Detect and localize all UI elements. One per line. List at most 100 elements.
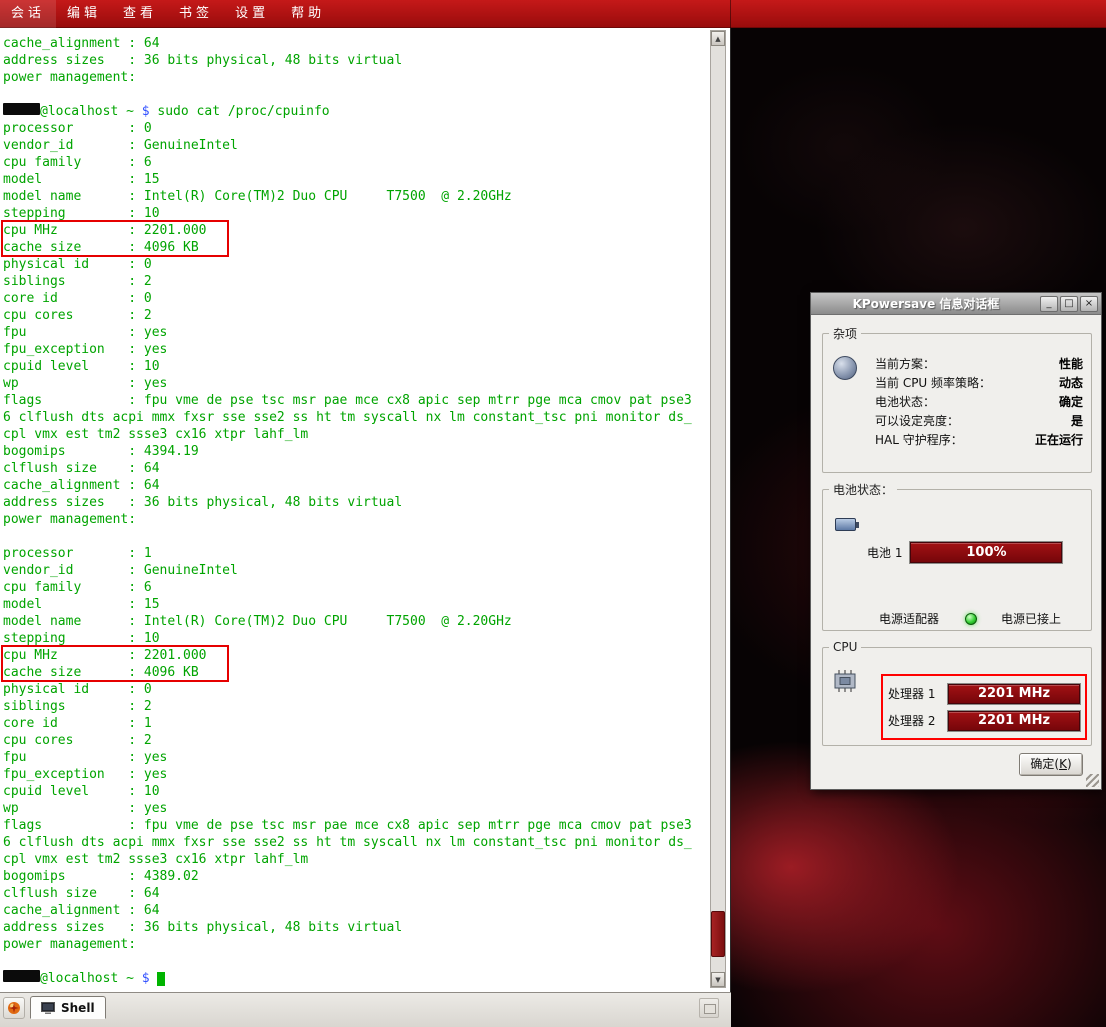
status-label: 可以设定亮度：	[875, 412, 959, 429]
battery-group-title: 电池状态：	[829, 481, 897, 498]
status-value: 性能	[1059, 355, 1083, 372]
resize-grip[interactable]	[1086, 774, 1099, 787]
menu-bookmarks[interactable]: 书签	[168, 0, 224, 28]
terminal-line: cpu cores : 2	[3, 732, 692, 749]
status-value: 动态	[1059, 374, 1083, 391]
cpu-groupbox: CPU 处理器 12201 MHz处理器 22201 MHz	[822, 640, 1092, 746]
cpu-label: 处理器 2	[888, 712, 940, 729]
tab-shell-label: Shell	[61, 1001, 95, 1015]
terminal-line: vendor_id : GenuineIntel	[3, 562, 692, 579]
terminal-line: 6 clflush dts acpi mmx fxsr sse sse2 ss …	[3, 834, 692, 851]
terminal-line: power management:	[3, 936, 692, 953]
status-row: 可以设定亮度： 是	[875, 411, 1083, 430]
terminal-line: flags : fpu vme de pse tsc msr pae mce c…	[3, 817, 692, 834]
prompt-command: sudo cat /proc/cpuinfo	[157, 104, 329, 119]
tab-list-button[interactable]	[699, 998, 719, 1018]
ok-button[interactable]: 确定(K)	[1019, 753, 1083, 776]
cpu-label: 处理器 1	[888, 685, 940, 702]
battery-icon	[835, 516, 861, 534]
terminal-line: cpu family : 6	[3, 579, 692, 596]
status-label: 当前方案：	[875, 355, 935, 372]
terminal-line: @localhost ~ $ sudo cat /proc/cpuinfo	[3, 103, 692, 120]
terminal-line: cpuid level : 10	[3, 783, 692, 800]
terminal-line: processor : 0	[3, 120, 692, 137]
terminal-line: stepping : 10	[3, 205, 692, 222]
battery-row: 电池 1 100%	[867, 542, 1062, 563]
menu-help[interactable]: 帮助	[280, 0, 336, 28]
adapter-label: 电源适配器	[879, 610, 939, 627]
misc-status-rows: 当前方案： 性能当前 CPU 频率策略：动态电池状态： 确定可以设定亮度： 是 HAL …	[875, 354, 1083, 449]
terminal-line: 6 clflush dts acpi mmx fxsr sse sse2 ss …	[3, 409, 692, 426]
terminal-line	[3, 953, 692, 970]
close-icon[interactable]: ×	[1080, 296, 1098, 312]
status-value: 是	[1071, 412, 1083, 429]
terminal-line: physical id : 0	[3, 256, 692, 273]
terminal-line: power management:	[3, 511, 692, 528]
terminal-line: fpu_exception : yes	[3, 341, 692, 358]
terminal-scrollbar[interactable]: ▲ ▼	[710, 30, 726, 988]
menu-view[interactable]: 查看	[112, 0, 168, 28]
terminal-line: cache_alignment : 64	[3, 477, 692, 494]
terminal-line: clflush size : 64	[3, 460, 692, 477]
terminal-line: cpuid level : 10	[3, 358, 692, 375]
ok-button-label-end: )	[1067, 757, 1072, 771]
dialog-body: 杂项 当前方案：性能当前 CPU 频率策略：动态电池状态：确定可以设定亮度：是H…	[811, 315, 1101, 789]
screen: 会话 编辑 查看 书签 设置 帮助 cache_alignment : 64ad…	[0, 0, 1106, 1027]
status-value: 确定	[1059, 393, 1083, 410]
minimize-icon[interactable]: _	[1040, 296, 1058, 312]
new-session-icon	[6, 1000, 22, 1016]
terminal-line: model name : Intel(R) Core(TM)2 Duo CPU …	[3, 188, 692, 205]
status-row: 电池状态： 确定	[875, 392, 1083, 411]
prompt-host: @localhost ~	[40, 104, 142, 119]
terminal-line: physical id : 0	[3, 681, 692, 698]
tab-bar: Shell	[0, 992, 731, 1027]
terminal-line: siblings : 2	[3, 273, 692, 290]
terminal-line: core id : 0	[3, 290, 692, 307]
new-session-button[interactable]	[3, 997, 25, 1019]
cpu-group-title: CPU	[829, 640, 861, 654]
prompt-symbol: $	[142, 971, 158, 986]
status-value: 正在运行	[1035, 431, 1083, 448]
terminal-line: wp : yes	[3, 800, 692, 817]
terminal-line: model name : Intel(R) Core(TM)2 Duo CPU …	[3, 613, 692, 630]
terminal-line: address sizes : 36 bits physical, 48 bit…	[3, 494, 692, 511]
kpowersave-dialog: KPowersave 信息对话框 _ □ × 杂项 当前方案：性能当前 CPU …	[810, 292, 1102, 790]
terminal-line: clflush size : 64	[3, 885, 692, 902]
battery-icon-body	[835, 518, 856, 531]
ok-button-label: 确定(	[1030, 757, 1059, 771]
tab-shell[interactable]: Shell	[30, 996, 106, 1019]
menu-settings[interactable]: 设置	[224, 0, 280, 28]
terminal-line: cpu MHz : 2201.000	[3, 222, 692, 239]
terminal-line: cpu family : 6	[3, 154, 692, 171]
redacted-username-icon	[3, 970, 40, 982]
dialog-titlebar[interactable]: KPowersave 信息对话框 _ □ ×	[811, 293, 1101, 315]
window-seam	[730, 0, 731, 28]
terminal-tab-icon	[41, 1002, 55, 1014]
adapter-status: 电源已接上	[1001, 610, 1061, 627]
menu-bar: 会话 编辑 查看 书签 设置 帮助	[0, 0, 1106, 28]
scroll-down-icon[interactable]: ▼	[711, 972, 725, 987]
terminal-line	[3, 86, 692, 103]
terminal-cursor[interactable]	[157, 972, 165, 986]
maximize-icon[interactable]: □	[1060, 296, 1078, 312]
cpu-icon	[832, 670, 858, 696]
status-label: HAL 守护程序：	[875, 431, 963, 448]
terminal-line: bogomips : 4394.19	[3, 443, 692, 460]
terminal-line	[3, 528, 692, 545]
scrollbar-thumb[interactable]	[711, 911, 725, 957]
terminal-line: vendor_id : GenuineIntel	[3, 137, 692, 154]
battery-label: 电池 1	[867, 544, 902, 561]
cpu-frequency-bar: 2201 MHz	[948, 684, 1080, 704]
scroll-up-icon[interactable]: ▲	[711, 31, 725, 46]
menu-edit[interactable]: 编辑	[56, 0, 112, 28]
status-row: 当前 CPU 频率策略：动态	[875, 373, 1083, 392]
terminal-line: stepping : 10	[3, 630, 692, 647]
prompt-host: @localhost ~	[40, 971, 142, 986]
terminal-line: flags : fpu vme de pse tsc msr pae mce c…	[3, 392, 692, 409]
status-label: 电池状态：	[875, 393, 935, 410]
terminal-line: cpl vmx est tm2 ssse3 cx16 xtpr lahf_lm	[3, 851, 692, 868]
terminal-line: cache size : 4096 KB	[3, 239, 692, 256]
terminal-line: fpu_exception : yes	[3, 766, 692, 783]
menu-session[interactable]: 会话	[0, 0, 56, 28]
terminal-line: cpl vmx est tm2 ssse3 cx16 xtpr lahf_lm	[3, 426, 692, 443]
